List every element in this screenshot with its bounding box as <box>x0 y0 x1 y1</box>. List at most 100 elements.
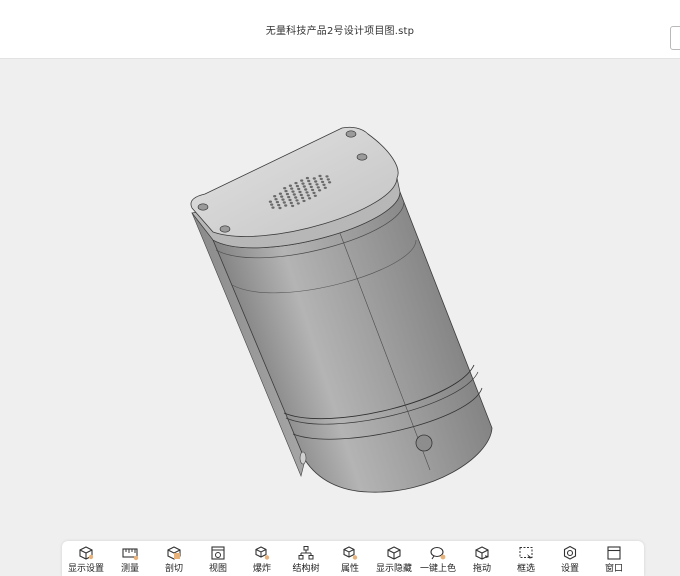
grille-hole <box>325 175 329 178</box>
window-button[interactable]: 窗口 <box>592 541 636 576</box>
grille-hole <box>271 206 275 209</box>
grille-hole <box>278 192 282 195</box>
grille-hole <box>322 183 326 186</box>
grille-hole <box>312 177 316 180</box>
section-cut-label: 剖切 <box>164 564 183 574</box>
grille-hole <box>284 189 288 193</box>
drag-icon <box>475 546 489 560</box>
grille-hole <box>321 180 325 184</box>
grille-hole <box>294 181 298 185</box>
grille-hole <box>275 200 279 204</box>
grille-hole <box>297 187 301 191</box>
file-title: 无量科技产品2号设计项目图.stp <box>265 25 415 37</box>
structure-tree-label: 结构树 <box>292 564 320 574</box>
grille-hole <box>288 198 292 202</box>
grille-hole <box>305 176 309 180</box>
measure-button[interactable]: 测量 <box>108 541 152 576</box>
grille-hole <box>305 191 309 194</box>
grille-hole <box>319 177 323 181</box>
top-right-button[interactable] <box>670 26 680 50</box>
drag-button[interactable]: 拖动 <box>460 541 504 576</box>
grille-hole <box>287 195 291 199</box>
view-button[interactable]: 视图 <box>196 541 240 576</box>
grille-hole <box>281 198 285 201</box>
drag-label: 拖动 <box>472 564 491 574</box>
grille-hole <box>308 197 312 200</box>
grille-hole <box>307 179 311 183</box>
grille-hole <box>306 194 310 197</box>
grille-hole <box>285 192 289 196</box>
grille-hole <box>289 201 293 205</box>
grille-hole <box>284 204 288 207</box>
grille-hole <box>292 193 296 196</box>
one-click-color-icon <box>430 546 446 560</box>
grille-hole <box>291 204 295 208</box>
grille-hole <box>326 178 330 181</box>
properties-icon <box>343 546 358 560</box>
display-settings-label: 显示设置 <box>67 564 104 574</box>
display-settings-button[interactable]: 显示设置 <box>64 541 108 576</box>
measure-label: 测量 <box>120 564 139 574</box>
grille-hole <box>268 200 272 203</box>
show-hide-button[interactable]: 显示隐藏 <box>372 541 416 576</box>
grille-hole <box>316 186 320 189</box>
section-cut-button[interactable]: 剖切 <box>152 541 196 576</box>
title-bar: 无量科技产品2号设计项目图.stp <box>0 0 680 59</box>
grille-hole <box>314 180 318 183</box>
grille-hole <box>298 190 302 194</box>
settings-button[interactable]: 设置 <box>548 541 592 576</box>
grille-hole <box>295 199 299 202</box>
structure-tree-icon <box>298 546 314 560</box>
3d-model[interactable] <box>0 59 680 576</box>
grille-hole <box>283 187 287 190</box>
window-icon <box>607 546 621 560</box>
view-label: 视图 <box>208 564 227 574</box>
explode-button[interactable]: 爆炸 <box>240 541 284 576</box>
one-click-color-label: 一键上色 <box>419 564 456 574</box>
show-hide-label: 显示隐藏 <box>375 564 412 574</box>
view-icon <box>211 546 225 560</box>
grille-hole <box>296 202 300 205</box>
grille-hole <box>273 195 277 198</box>
3d-viewport[interactable] <box>0 59 680 576</box>
grille-hole <box>300 179 304 182</box>
box-select-button[interactable]: 框选 <box>504 541 548 576</box>
grille-hole <box>302 185 306 188</box>
grille-hole <box>318 189 322 192</box>
grille-hole <box>299 193 303 197</box>
show-hide-icon <box>387 546 401 560</box>
structure-tree-button[interactable]: 结构树 <box>284 541 328 576</box>
grille-hole <box>274 198 278 201</box>
grille-hole <box>308 182 312 186</box>
grille-hole <box>280 195 284 198</box>
section-cut-icon <box>167 546 181 560</box>
grille-hole <box>295 184 299 188</box>
grille-hole <box>282 201 286 204</box>
grille-hole <box>328 181 332 184</box>
grille-hole <box>312 191 316 195</box>
grille-hole <box>323 186 327 189</box>
window-label: 窗口 <box>604 564 623 574</box>
grille-hole <box>304 188 308 191</box>
settings-icon <box>563 545 577 560</box>
grille-hole <box>309 185 313 189</box>
box-select-icon <box>519 547 533 559</box>
properties-label: 属性 <box>340 564 359 574</box>
grille-hole <box>302 199 306 203</box>
grille-hole <box>301 182 305 185</box>
settings-label: 设置 <box>560 564 579 574</box>
properties-button[interactable]: 属性 <box>328 541 372 576</box>
explode-label: 爆炸 <box>252 564 271 574</box>
grille-hole <box>291 190 295 193</box>
grille-hole <box>315 183 319 186</box>
box-select-label: 框选 <box>516 564 535 574</box>
grille-hole <box>288 184 292 187</box>
grille-hole <box>270 203 274 206</box>
one-click-color-button[interactable]: 一键上色 <box>416 541 460 576</box>
grille-hole <box>318 174 322 178</box>
grille-hole <box>313 194 317 197</box>
explode-icon <box>255 546 270 560</box>
grille-hole <box>294 196 298 199</box>
grille-hole <box>290 187 294 190</box>
grille-hole <box>277 203 281 207</box>
